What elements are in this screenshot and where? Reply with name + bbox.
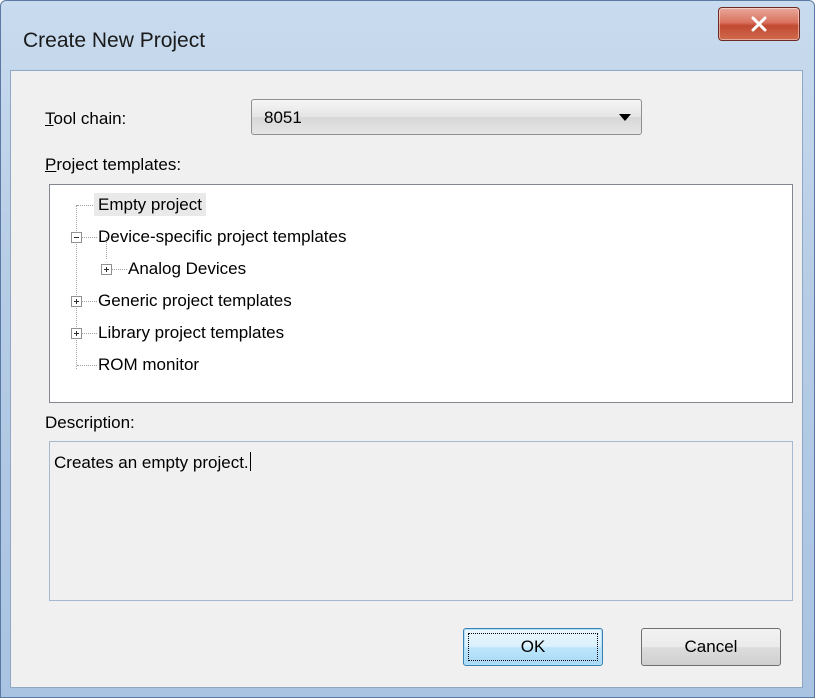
cancel-button[interactable]: Cancel <box>641 628 781 666</box>
toolchain-label-text: ool chain: <box>53 109 127 128</box>
close-button[interactable] <box>718 7 800 41</box>
close-x-icon <box>751 16 767 32</box>
tree-item-rom-monitor[interactable]: ROM monitor <box>94 351 203 379</box>
tree-item-label: Library project templates <box>98 323 285 342</box>
description-label: Description: <box>45 413 135 432</box>
description-text: Creates an empty project. <box>54 452 251 473</box>
text-caret <box>249 452 251 471</box>
chevron-down-icon[interactable] <box>619 114 631 121</box>
toolchain-label-accelerator: T <box>45 109 54 128</box>
toolchain-dropdown[interactable]: 8051 <box>251 99 642 135</box>
tree-item-label: ROM monitor <box>98 355 200 374</box>
expand-plus-icon[interactable] <box>71 328 82 339</box>
description-textbox[interactable]: Creates an empty project. <box>49 441 793 601</box>
dialog-client-area: Tool chain: 8051 Project templates: Empt… <box>10 70 803 688</box>
project-templates-label: Project templates: <box>45 155 181 175</box>
tree-item-label: Analog Devices <box>128 259 247 278</box>
expand-plus-icon[interactable] <box>101 264 112 275</box>
tree-item-label: Generic project templates <box>98 291 292 310</box>
dialog-window: Create New Project Tool chain: 8051 Proj… <box>0 0 815 698</box>
project-templates-tree[interactable]: Empty project Device-specific project te… <box>49 184 793 403</box>
ok-button[interactable]: OK <box>463 628 603 666</box>
tree-item-label: Empty project <box>94 193 206 216</box>
tree-line-root <box>76 205 77 369</box>
focus-rectangle <box>468 633 598 661</box>
tree-item-library-templates[interactable]: Library project templates <box>94 319 288 347</box>
tree-item-analog-devices[interactable]: Analog Devices <box>124 255 250 283</box>
collapse-minus-icon[interactable] <box>71 232 82 243</box>
cancel-button-label: Cancel <box>684 637 738 656</box>
toolchain-label: Tool chain: <box>45 109 126 129</box>
title-bar[interactable]: Create New Project <box>1 1 814 73</box>
project-templates-label-text: roject templates: <box>56 155 182 174</box>
window-title: Create New Project <box>23 29 206 52</box>
tree-item-empty-project[interactable]: Empty project <box>94 191 206 219</box>
toolchain-selected-value: 8051 <box>264 108 302 127</box>
tree-item-generic-templates[interactable]: Generic project templates <box>94 287 296 315</box>
expand-plus-icon[interactable] <box>71 296 82 307</box>
description-value: Creates an empty project. <box>54 453 249 472</box>
project-templates-label-accelerator: P <box>45 155 57 174</box>
tree-item-device-specific-templates[interactable]: Device-specific project templates <box>94 223 350 251</box>
tree-item-label: Device-specific project templates <box>98 227 347 246</box>
